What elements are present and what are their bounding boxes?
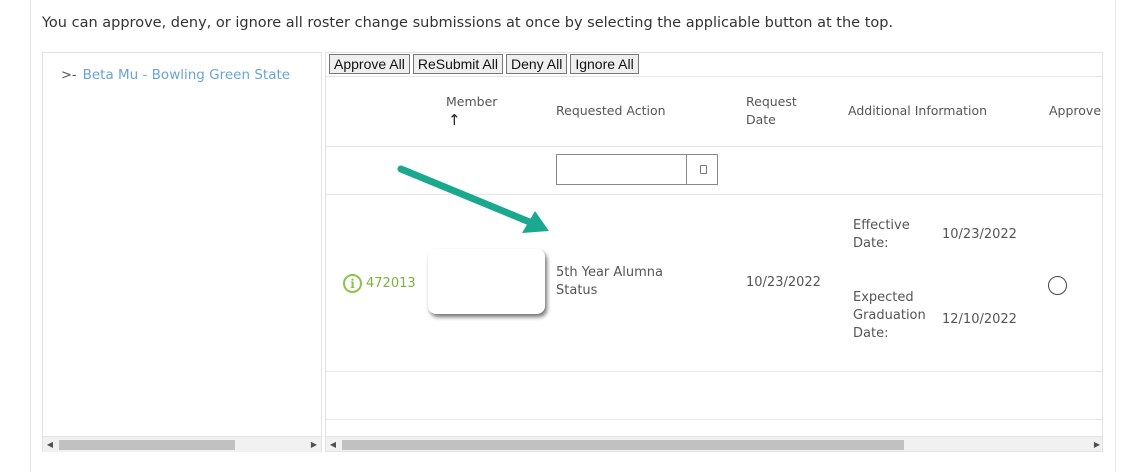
scroll-left-arrow-icon[interactable]: ◀ [43, 437, 57, 452]
roster-changes-grid: Approve All ReSubmit All Deny All Ignore… [325, 52, 1103, 452]
scroll-right-arrow-icon[interactable]: ▶ [1090, 437, 1102, 451]
grid-horizontal-scrollbar[interactable]: ◀ ▶ [326, 436, 1102, 451]
tree-horizontal-scrollbar[interactable]: ◀ ▶ [43, 436, 321, 452]
tree-item-beta-mu[interactable]: >- Beta Mu - Bowling Green State [61, 67, 290, 83]
annotation-arrow-icon [397, 165, 549, 233]
chevron-right-icon[interactable]: >- [61, 68, 77, 83]
intro-text: You can approve, deny, or ignore all ros… [42, 15, 894, 31]
scrollbar-thumb[interactable] [59, 440, 235, 450]
tree-item-label[interactable]: Beta Mu - Bowling Green State [83, 67, 290, 83]
scrollbar-thumb[interactable] [342, 440, 904, 450]
scroll-right-arrow-icon[interactable]: ▶ [307, 437, 321, 452]
scroll-left-arrow-icon[interactable]: ◀ [326, 437, 340, 451]
chapter-tree-panel: >- Beta Mu - Bowling Green State ◀ ▶ [42, 52, 322, 452]
